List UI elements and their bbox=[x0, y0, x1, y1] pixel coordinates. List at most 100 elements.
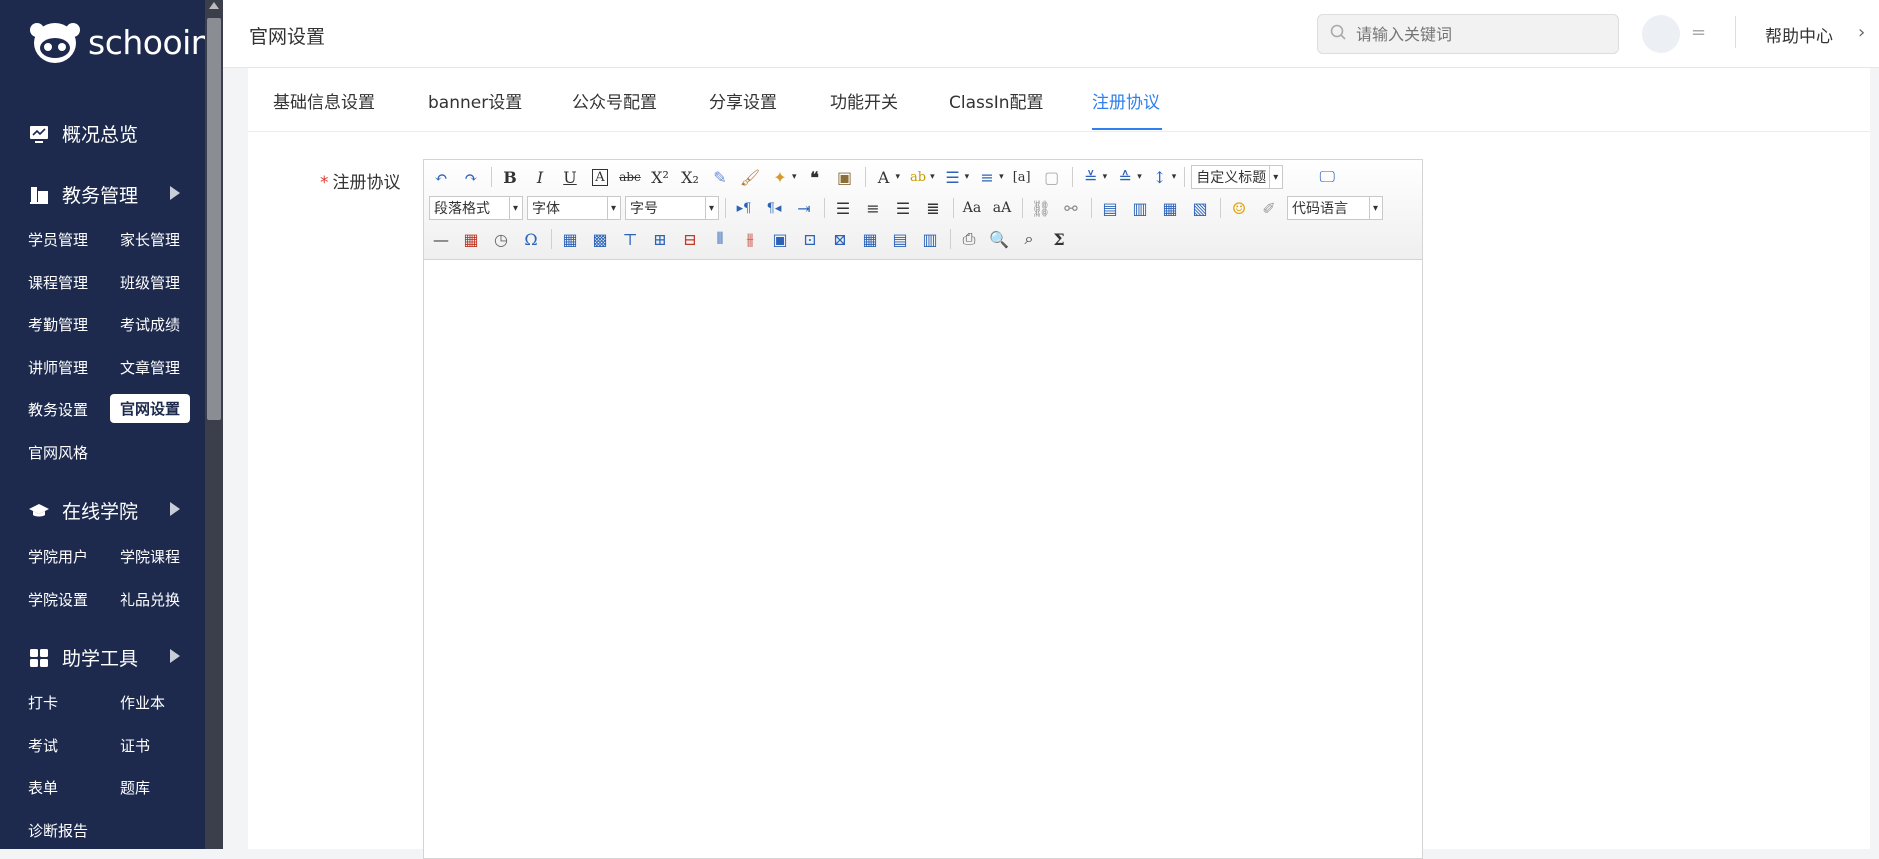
row-spacing-top-icon[interactable]: ≚ bbox=[1079, 165, 1103, 189]
scrollbar-thumb[interactable] bbox=[207, 18, 221, 420]
link-icon[interactable]: ⛓ bbox=[1029, 196, 1053, 220]
scrawl-icon[interactable]: ✐ bbox=[1257, 196, 1281, 220]
nav-study-tools[interactable]: 助学工具 bbox=[28, 644, 138, 671]
paste-plain-icon[interactable]: ▣ bbox=[833, 165, 857, 189]
help-center-link[interactable]: 帮助中心 bbox=[1765, 22, 1833, 47]
horizontal-rule-icon[interactable]: — bbox=[429, 227, 453, 251]
date-icon[interactable]: ▦ bbox=[459, 227, 483, 251]
sidebar-item-classes[interactable]: 班级管理 bbox=[120, 272, 180, 293]
brand-logo[interactable]: schooin bbox=[28, 16, 212, 68]
sidebar-item-gift-exchange[interactable]: 礼品兑换 bbox=[120, 589, 180, 610]
insert-paragraph-before-table-icon[interactable]: ⊤ bbox=[618, 227, 642, 251]
merge-down-icon[interactable]: ⊠ bbox=[828, 227, 852, 251]
dropdown-caret-icon[interactable]: ▾ bbox=[1172, 172, 1177, 182]
avatar[interactable] bbox=[1642, 15, 1680, 53]
dropdown-caret-icon[interactable]: ▾ bbox=[896, 172, 901, 182]
blockquote-icon[interactable]: ❝ bbox=[803, 165, 827, 189]
search-input[interactable] bbox=[1354, 23, 1594, 45]
sidebar-scrollbar[interactable] bbox=[205, 0, 223, 849]
merge-right-icon[interactable]: ⊡ bbox=[798, 227, 822, 251]
clear-doc-icon[interactable]: ▢ bbox=[1040, 165, 1064, 189]
emotion-icon[interactable]: ☺ bbox=[1227, 196, 1251, 220]
tab-basic-info[interactable]: 基础信息设置 bbox=[273, 88, 375, 113]
image-center-icon[interactable]: ▧ bbox=[1188, 196, 1212, 220]
expand-arrow-icon[interactable] bbox=[170, 186, 180, 200]
paragraph-format-select[interactable]: 段落格式 ▾ bbox=[429, 196, 523, 220]
sidebar-item-exam-scores[interactable]: 考试成绩 bbox=[120, 314, 180, 335]
preview-icon[interactable]: 🔍 bbox=[987, 227, 1011, 251]
select-all-icon[interactable]: [a] bbox=[1010, 165, 1034, 189]
delete-row-icon[interactable]: ⊟ bbox=[678, 227, 702, 251]
font-size-select[interactable]: 字号 ▾ bbox=[625, 196, 719, 220]
dropdown-caret-icon[interactable]: ▾ bbox=[999, 172, 1004, 182]
split-to-rows-icon[interactable]: ▤ bbox=[888, 227, 912, 251]
align-justify-icon[interactable]: ≣ bbox=[921, 196, 945, 220]
auto-format-icon[interactable]: ✦ bbox=[768, 165, 792, 189]
insert-col-icon[interactable]: ⫴ bbox=[708, 227, 732, 251]
code-language-select[interactable]: 代码语言 ▾ bbox=[1287, 196, 1383, 220]
image-float-none-icon[interactable]: ▤ bbox=[1098, 196, 1122, 220]
sidebar-item-students[interactable]: 学员管理 bbox=[28, 229, 88, 250]
ltr-direction-icon[interactable]: ▸¶ bbox=[732, 196, 756, 220]
search-replace-icon[interactable]: ⌕ bbox=[1017, 227, 1041, 251]
undo-icon[interactable]: ↶ bbox=[429, 165, 453, 189]
row-spacing-bottom-icon[interactable]: ≙ bbox=[1113, 165, 1137, 189]
sidebar-item-question-bank[interactable]: 题库 bbox=[120, 777, 150, 798]
sidebar-item-exam[interactable]: 考试 bbox=[28, 735, 58, 756]
merge-cells-icon[interactable]: ▣ bbox=[768, 227, 792, 251]
nav-online-academy[interactable]: 在线学院 bbox=[28, 497, 138, 524]
sidebar-item-checkin[interactable]: 打卡 bbox=[28, 692, 58, 713]
insert-table-icon[interactable]: ▦ bbox=[558, 227, 582, 251]
strikethrough-icon[interactable]: abc bbox=[618, 165, 642, 189]
image-float-right-icon[interactable]: ▦ bbox=[1158, 196, 1182, 220]
line-height-icon[interactable]: ↕ bbox=[1148, 165, 1172, 189]
custom-heading-select[interactable]: 自定义标题 ▾ bbox=[1191, 165, 1284, 189]
font-color-icon[interactable]: A bbox=[872, 165, 896, 189]
highlight-color-icon[interactable]: ab bbox=[906, 165, 930, 189]
format-brush-icon[interactable]: 🖌 bbox=[738, 165, 762, 189]
lowercase-icon[interactable]: aA bbox=[990, 196, 1014, 220]
tab-official-account[interactable]: 公众号配置 bbox=[572, 88, 657, 113]
image-float-left-icon[interactable]: ▥ bbox=[1128, 196, 1152, 220]
nav-academic[interactable]: 教务管理 bbox=[28, 181, 138, 208]
dropdown-caret-icon[interactable]: ▾ bbox=[1103, 172, 1108, 182]
search-box[interactable] bbox=[1317, 14, 1619, 54]
chevron-right-icon[interactable]: › bbox=[1858, 22, 1865, 43]
editor-content-area[interactable] bbox=[424, 261, 1422, 858]
superscript-icon[interactable]: X² bbox=[648, 165, 672, 189]
sidebar-item-homework[interactable]: 作业本 bbox=[120, 692, 165, 713]
redo-icon[interactable]: ↷ bbox=[459, 165, 483, 189]
dropdown-caret-icon[interactable]: ▾ bbox=[930, 172, 935, 182]
tab-feature-switch[interactable]: 功能开关 bbox=[830, 88, 898, 113]
ordered-list-icon[interactable]: ☰ bbox=[941, 165, 965, 189]
tab-banner[interactable]: banner设置 bbox=[428, 88, 522, 113]
sidebar-item-website-settings[interactable]: 官网设置 bbox=[110, 394, 191, 423]
align-left-icon[interactable]: ☰ bbox=[831, 196, 855, 220]
fullscreen-icon[interactable]: 🖵 bbox=[1315, 165, 1339, 189]
tab-classin[interactable]: ClassIn配置 bbox=[949, 88, 1044, 113]
dropdown-caret-icon[interactable]: ▾ bbox=[965, 172, 970, 182]
align-right-icon[interactable]: ☰ bbox=[891, 196, 915, 220]
sidebar-item-teachers[interactable]: 讲师管理 bbox=[28, 357, 88, 378]
align-center-icon[interactable]: ≡ bbox=[861, 196, 885, 220]
italic-icon[interactable]: I bbox=[528, 165, 552, 189]
scroll-up-arrow-icon[interactable] bbox=[209, 2, 219, 9]
sidebar-item-courses[interactable]: 课程管理 bbox=[28, 272, 88, 293]
sidebar-item-attendance[interactable]: 考勤管理 bbox=[28, 314, 88, 335]
sidebar-item-form[interactable]: 表单 bbox=[28, 777, 58, 798]
tab-registration-agreement[interactable]: 注册协议 bbox=[1092, 88, 1160, 113]
nav-overview[interactable]: 概况总览 bbox=[28, 120, 138, 147]
eraser-icon[interactable]: ✎ bbox=[708, 165, 732, 189]
print-icon[interactable]: ⎙ bbox=[957, 227, 981, 251]
split-to-cols-icon[interactable]: ▥ bbox=[918, 227, 942, 251]
dropdown-caret-icon[interactable]: ▾ bbox=[1137, 172, 1142, 182]
indent-icon[interactable]: ⇥ bbox=[792, 196, 816, 220]
split-to-cells-icon[interactable]: ▦ bbox=[858, 227, 882, 251]
tab-share[interactable]: 分享设置 bbox=[709, 88, 777, 113]
formula-icon[interactable]: Σ bbox=[1047, 227, 1071, 251]
sidebar-item-academic-settings[interactable]: 教务设置 bbox=[28, 399, 88, 420]
delete-col-icon[interactable]: ⫵ bbox=[738, 227, 762, 251]
sidebar-item-parents[interactable]: 家长管理 bbox=[120, 229, 180, 250]
dropdown-caret-icon[interactable]: ▾ bbox=[792, 172, 797, 182]
font-border-icon[interactable]: A bbox=[588, 165, 612, 189]
